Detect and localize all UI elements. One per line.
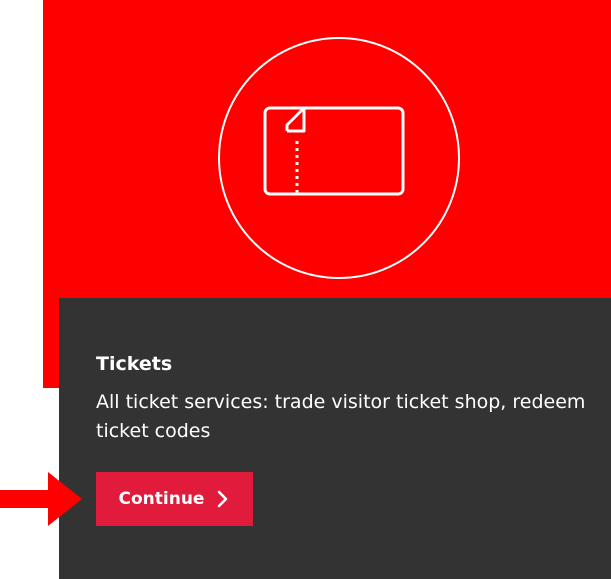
chevron-right-icon (218, 490, 228, 508)
tickets-service-card: Tickets All ticket services: trade visit… (59, 298, 611, 579)
arrow-right-icon (0, 472, 82, 526)
continue-button-label: Continue (118, 488, 205, 509)
continue-button[interactable]: Continue (96, 472, 253, 526)
ticket-icon (218, 37, 460, 279)
card-title: Tickets (96, 353, 173, 375)
card-description: All ticket services: trade visitor ticke… (96, 391, 586, 442)
tickets-service-page: Tickets All ticket services: trade visit… (0, 0, 611, 579)
